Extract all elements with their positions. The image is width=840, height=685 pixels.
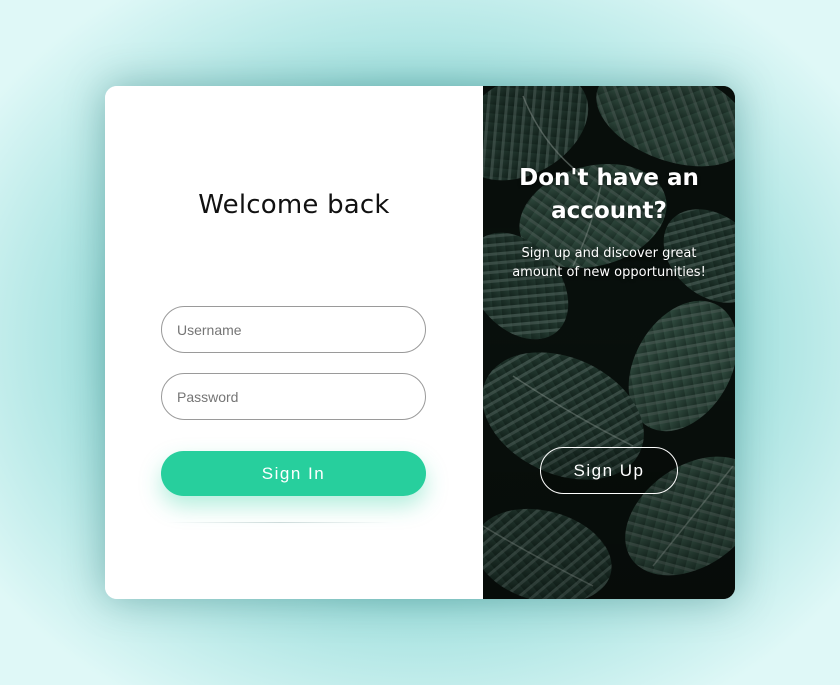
page-title: Welcome back (198, 190, 390, 220)
sign-up-heading: Don't have an account? (519, 165, 699, 224)
sign-up-panel: Don't have an account? Sign up and disco… (483, 86, 735, 599)
sign-up-button[interactable]: Sign Up (540, 447, 678, 494)
login-card: Welcome back Sign In (105, 86, 735, 599)
sign-in-button[interactable]: Sign In (161, 451, 426, 496)
sign-up-description: Sign up and discover great amount of new… (512, 246, 706, 280)
password-field[interactable] (161, 373, 426, 420)
divider (167, 522, 393, 523)
username-field[interactable] (161, 306, 426, 353)
sign-in-panel: Welcome back Sign In (105, 86, 483, 599)
